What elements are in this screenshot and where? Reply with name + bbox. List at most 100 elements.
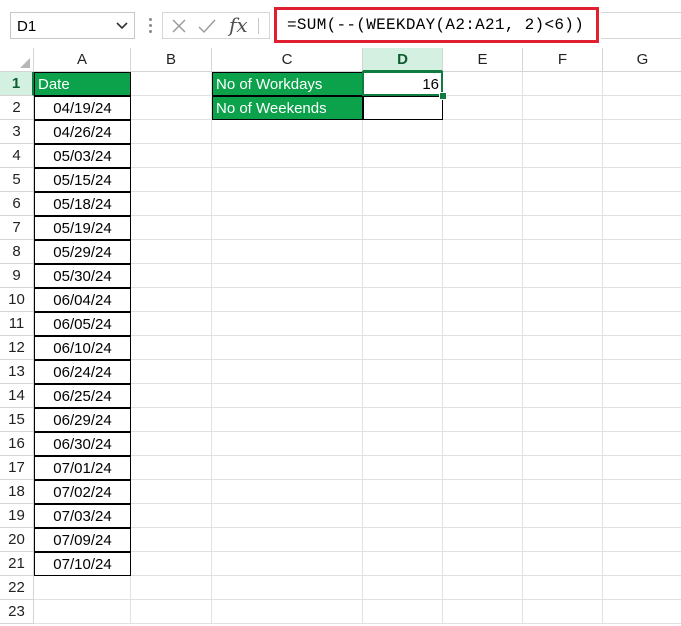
cell-b7[interactable] [131,216,212,240]
select-all-button[interactable] [0,48,34,72]
cell-d9[interactable] [363,264,443,288]
cell-g13[interactable] [603,360,681,384]
cell-g1[interactable] [603,72,681,96]
cell-g7[interactable] [603,216,681,240]
cell-b12[interactable] [131,336,212,360]
cell-b13[interactable] [131,360,212,384]
cell-e2[interactable] [443,96,523,120]
cell-e11[interactable] [443,312,523,336]
cell-b4[interactable] [131,144,212,168]
cell-f14[interactable] [523,384,603,408]
row-header-17[interactable]: 17 [0,456,34,480]
cell-e10[interactable] [443,288,523,312]
row-header-5[interactable]: 5 [0,168,34,192]
cell-a6[interactable]: 05/18/24 [34,192,131,216]
insert-function-icon[interactable]: fx [229,13,248,37]
cell-b6[interactable] [131,192,212,216]
cell-a12[interactable]: 06/10/24 [34,336,131,360]
cell-c7[interactable] [212,216,363,240]
cell-c13[interactable] [212,360,363,384]
column-header-a[interactable]: A [34,48,131,72]
column-header-b[interactable]: B [131,48,212,72]
cell-d14[interactable] [363,384,443,408]
cell-a17[interactable]: 07/01/24 [34,456,131,480]
cell-b11[interactable] [131,312,212,336]
cell-c6[interactable] [212,192,363,216]
cell-a19[interactable]: 07/03/24 [34,504,131,528]
cell-g6[interactable] [603,192,681,216]
cell-c18[interactable] [212,480,363,504]
cell-g19[interactable] [603,504,681,528]
cell-a21[interactable]: 07/10/24 [34,552,131,576]
cancel-icon[interactable] [169,16,189,36]
cell-a13[interactable]: 06/24/24 [34,360,131,384]
cell-e16[interactable] [443,432,523,456]
cell-e18[interactable] [443,480,523,504]
name-box[interactable]: D1 [10,12,135,39]
cell-c4[interactable] [212,144,363,168]
cell-a2[interactable]: 04/19/24 [34,96,131,120]
cell-g23[interactable] [603,600,681,624]
cell-d7[interactable] [363,216,443,240]
fill-handle[interactable] [439,92,447,100]
cell-f21[interactable] [523,552,603,576]
cell-e7[interactable] [443,216,523,240]
cell-c11[interactable] [212,312,363,336]
cell-b2[interactable] [131,96,212,120]
cell-d10[interactable] [363,288,443,312]
cell-f8[interactable] [523,240,603,264]
row-header-1[interactable]: 1 [0,72,34,96]
row-header-6[interactable]: 6 [0,192,34,216]
cell-c20[interactable] [212,528,363,552]
cell-f23[interactable] [523,600,603,624]
cell-d4[interactable] [363,144,443,168]
cell-a9[interactable]: 05/30/24 [34,264,131,288]
cell-e15[interactable] [443,408,523,432]
cell-c12[interactable] [212,336,363,360]
cell-a3[interactable]: 04/26/24 [34,120,131,144]
row-header-14[interactable]: 14 [0,384,34,408]
cell-e12[interactable] [443,336,523,360]
cell-c19[interactable] [212,504,363,528]
column-header-c[interactable]: C [212,48,363,72]
cell-f18[interactable] [523,480,603,504]
cell-g10[interactable] [603,288,681,312]
cell-a8[interactable]: 05/29/24 [34,240,131,264]
cell-g11[interactable] [603,312,681,336]
row-header-13[interactable]: 13 [0,360,34,384]
cell-g18[interactable] [603,480,681,504]
row-header-2[interactable]: 2 [0,96,34,120]
cell-f10[interactable] [523,288,603,312]
cell-d20[interactable] [363,528,443,552]
row-header-11[interactable]: 11 [0,312,34,336]
cell-d18[interactable] [363,480,443,504]
cell-b9[interactable] [131,264,212,288]
cell-f11[interactable] [523,312,603,336]
cell-g22[interactable] [603,576,681,600]
cell-d13[interactable] [363,360,443,384]
cell-f5[interactable] [523,168,603,192]
cell-a11[interactable]: 06/05/24 [34,312,131,336]
cell-a4[interactable]: 05/03/24 [34,144,131,168]
row-header-7[interactable]: 7 [0,216,34,240]
cell-b22[interactable] [131,576,212,600]
cell-a7[interactable]: 05/19/24 [34,216,131,240]
cell-a10[interactable]: 06/04/24 [34,288,131,312]
cell-f15[interactable] [523,408,603,432]
cell-e6[interactable] [443,192,523,216]
row-header-8[interactable]: 8 [0,240,34,264]
cell-f16[interactable] [523,432,603,456]
cell-a22[interactable] [34,576,131,600]
column-header-f[interactable]: F [523,48,603,72]
cell-g9[interactable] [603,264,681,288]
cell-f17[interactable] [523,456,603,480]
cell-d16[interactable] [363,432,443,456]
cell-f6[interactable] [523,192,603,216]
cell-f3[interactable] [523,120,603,144]
cell-f7[interactable] [523,216,603,240]
cell-a20[interactable]: 07/09/24 [34,528,131,552]
cell-b17[interactable] [131,456,212,480]
cell-f4[interactable] [523,144,603,168]
cell-c23[interactable] [212,600,363,624]
row-header-3[interactable]: 3 [0,120,34,144]
